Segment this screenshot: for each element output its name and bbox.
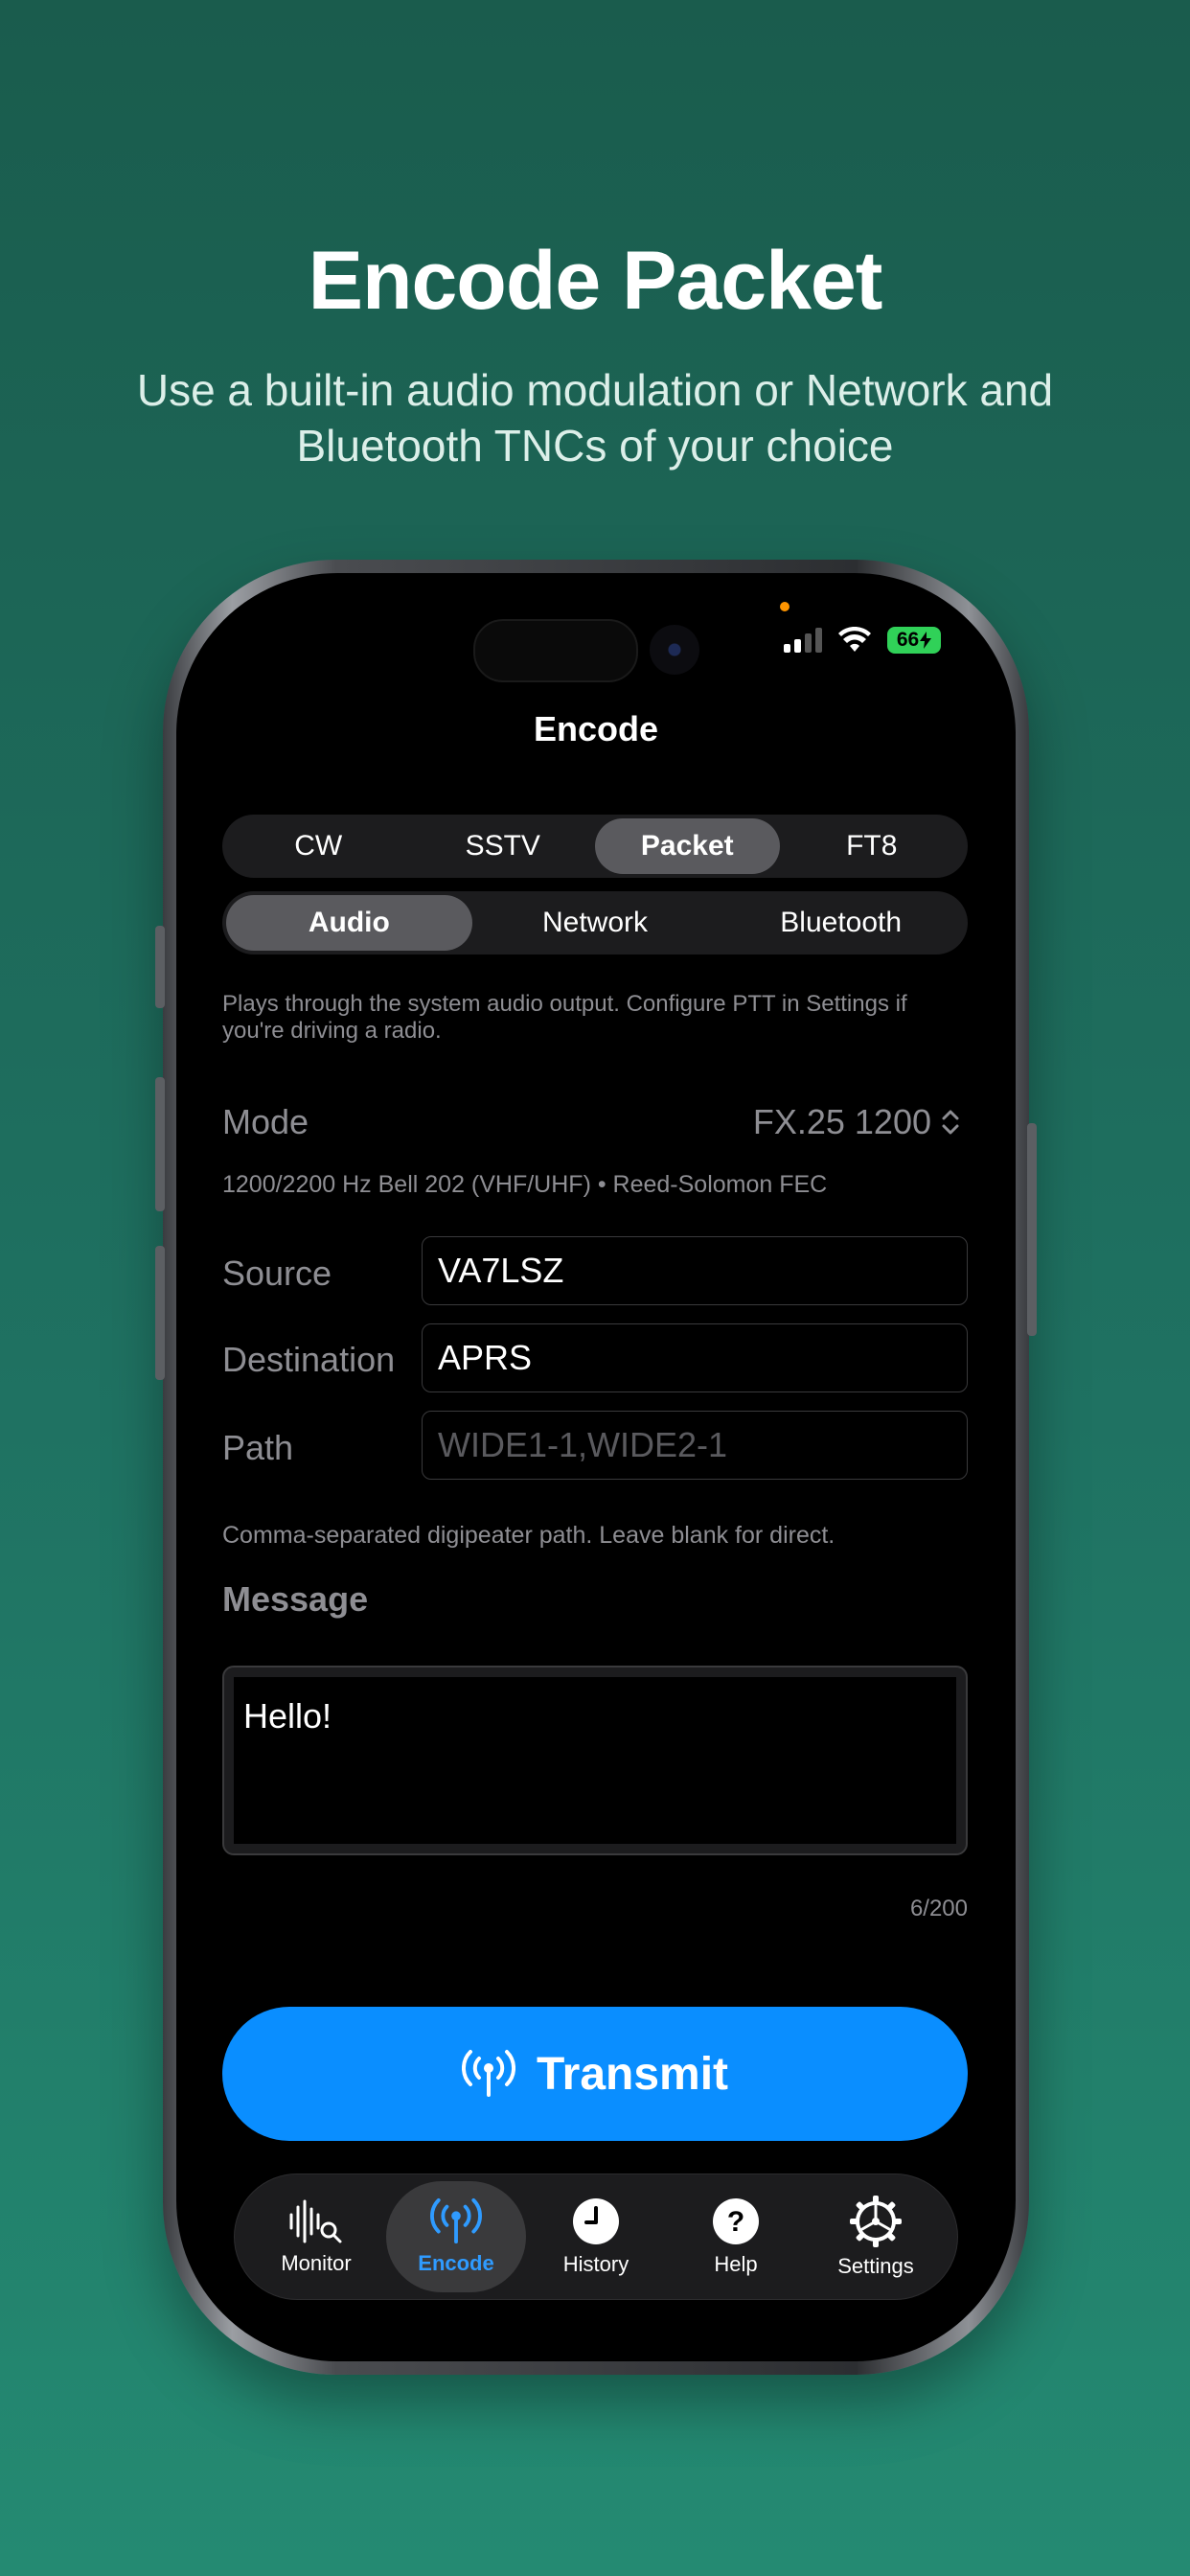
path-label: Path (222, 1428, 294, 1467)
status-bar: 66 (784, 627, 941, 654)
message-input[interactable]: Hello! (222, 1666, 968, 1855)
tab-bluetooth[interactable]: Bluetooth (718, 895, 964, 951)
nav-title: Encode (533, 709, 659, 748)
promo-title: Encode Packet (308, 235, 883, 327)
tab-settings[interactable]: Settings (806, 2181, 946, 2292)
svg-text:?: ? (727, 2206, 744, 2238)
mode-value: FX.25 1200 (752, 1102, 931, 1141)
clock-icon (573, 2198, 619, 2244)
transmit-label: Transmit (536, 2048, 729, 2100)
tab-cw[interactable]: CW (226, 818, 411, 874)
tab-monitor-label: Monitor (281, 2251, 352, 2275)
tab-ft8[interactable]: FT8 (780, 818, 965, 874)
source-field[interactable]: VA7LSZ (422, 1236, 968, 1305)
transmit-button[interactable]: Transmit (222, 2007, 968, 2141)
antenna-icon (430, 2197, 482, 2244)
transport-hint: Plays through the system audio output. C… (222, 991, 907, 1044)
tab-settings-label: Settings (837, 2254, 914, 2278)
destination-label: Destination (222, 1340, 396, 1379)
camera-icon (650, 625, 699, 675)
tab-network[interactable]: Network (472, 895, 719, 951)
antenna-icon (461, 2050, 515, 2097)
charging-bolt-icon (920, 632, 932, 649)
question-icon: ? (713, 2198, 759, 2244)
promo-subtitle: Use a built-in audio modulation or Netwo… (136, 365, 1054, 471)
tab-encode-label: Encode (418, 2251, 494, 2275)
character-counter: 6/200 (909, 1896, 968, 1921)
tab-help-label: Help (714, 2252, 758, 2276)
destination-field[interactable]: APRS (422, 1323, 968, 1392)
tab-history[interactable]: History (526, 2181, 666, 2292)
path-field[interactable]: WIDE1-1,WIDE2-1 (422, 1411, 968, 1480)
wifi-icon (838, 627, 871, 652)
tab-packet[interactable]: Packet (595, 818, 780, 874)
tab-sstv[interactable]: SSTV (411, 818, 596, 874)
volume-up-button (155, 1077, 165, 1211)
signal-icon (784, 628, 822, 653)
message-label: Message (222, 1579, 369, 1619)
tab-audio[interactable]: Audio (226, 895, 472, 951)
battery-level: 66 (896, 629, 920, 651)
gear-icon (850, 2196, 902, 2247)
path-hint: Comma-separated digipeater path. Leave b… (222, 1522, 835, 1549)
message-text: Hello! (234, 1677, 956, 1844)
privacy-indicator (780, 602, 790, 611)
tab-help[interactable]: ? Help (666, 2181, 806, 2292)
waveform-search-icon (289, 2199, 342, 2243)
mode-description: 1200/2200 Hz Bell 202 (VHF/UHF) • Reed-S… (222, 1171, 828, 1198)
mode-label: Mode (222, 1102, 309, 1141)
transport-segmented-control: Audio Network Bluetooth (222, 891, 968, 954)
source-label: Source (222, 1254, 332, 1293)
battery-icon: 66 (887, 627, 941, 654)
action-button (155, 926, 165, 1008)
mode-picker[interactable]: FX.25 1200 (753, 1102, 960, 1142)
mode-segmented-control: CW SSTV Packet FT8 (222, 815, 968, 878)
tab-bar: Monitor Encode History ? Help Settings (234, 2174, 958, 2300)
power-button (1027, 1123, 1037, 1336)
tab-encode[interactable]: Encode (386, 2181, 526, 2292)
volume-down-button (155, 1246, 165, 1380)
tab-monitor[interactable]: Monitor (246, 2181, 386, 2292)
tab-history-label: History (562, 2252, 629, 2276)
dynamic-island (473, 619, 638, 682)
chevron-up-down-icon (942, 1110, 959, 1135)
phone-screen: 66 Encode CW SSTV Packet FT8 Audio Netwo… (176, 573, 1016, 2361)
